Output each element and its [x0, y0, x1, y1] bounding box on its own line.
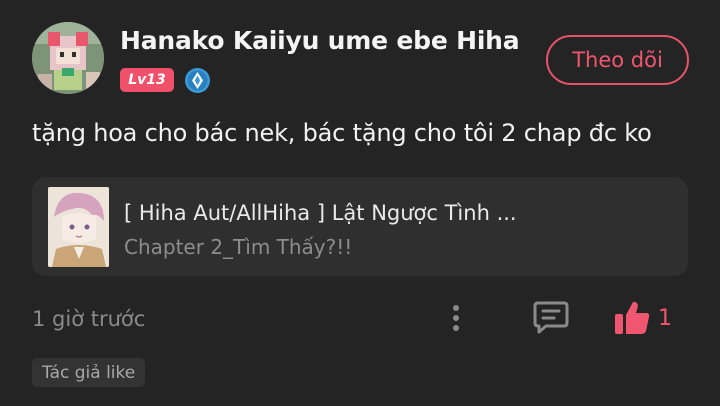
- chapter-subtitle: Chapter 2_Tìm Thấy?!!: [124, 235, 353, 259]
- level-badge: Lv13: [120, 68, 174, 92]
- chapter-thumbnail: [48, 187, 109, 267]
- comment-text: tặng hoa cho bác nek, bác tặng cho tôi 2…: [32, 119, 652, 147]
- diamond-rank-icon: [184, 67, 211, 94]
- avatar[interactable]: [32, 22, 104, 94]
- chapter-title: [ Hiha Aut/AllHiha ] Lật Ngược Tình ...: [124, 201, 517, 225]
- timestamp: 1 giờ trước: [32, 307, 146, 331]
- author-liked-tag: Tác giả like: [32, 358, 146, 387]
- username[interactable]: Hanako Kaiiyu ume ebe Hiha: [120, 26, 520, 55]
- more-options-icon[interactable]: [440, 300, 472, 336]
- like-count: 1: [658, 306, 672, 331]
- reply-icon[interactable]: [532, 299, 570, 335]
- follow-button[interactable]: Theo dõi: [546, 35, 689, 85]
- like-icon[interactable]: [612, 299, 652, 337]
- pixel-character-avatar-icon: [32, 22, 104, 94]
- chapter-card[interactable]: [ Hiha Aut/AllHiha ] Lật Ngược Tình ... …: [32, 177, 688, 276]
